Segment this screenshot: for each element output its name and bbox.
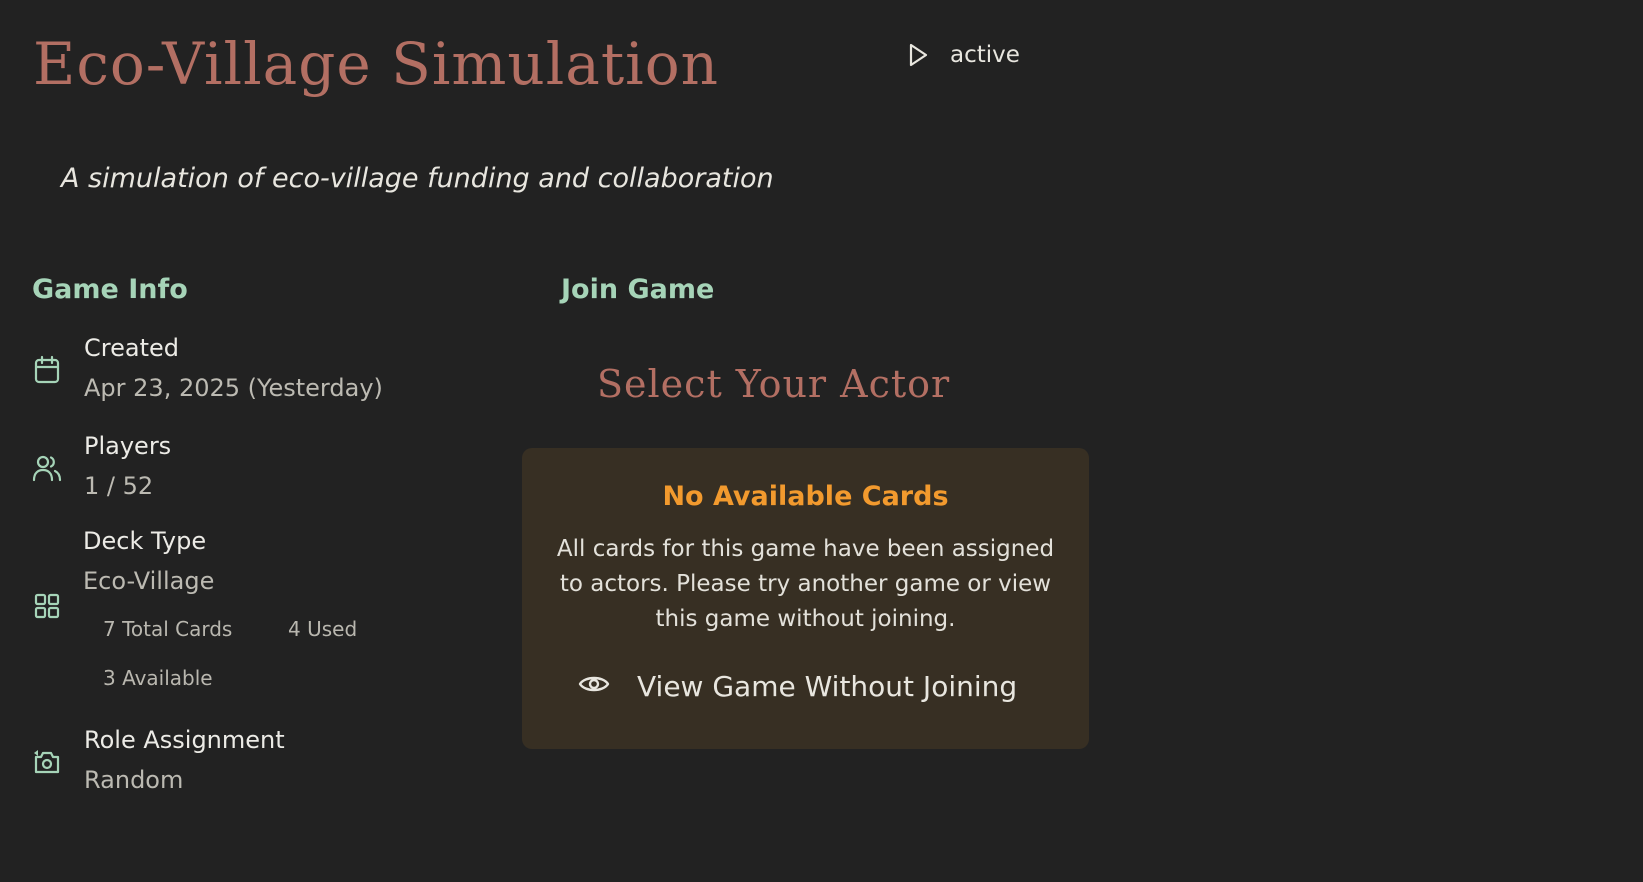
- play-icon: [906, 42, 930, 68]
- notice-title: No Available Cards: [662, 481, 949, 512]
- deck-type-value: Eco-Village: [83, 567, 215, 595]
- users-icon: [32, 453, 62, 483]
- select-actor-heading: Select Your Actor: [597, 362, 951, 406]
- notice-message: All cards for this game have been assign…: [556, 536, 1055, 632]
- players-label: Players: [84, 432, 172, 460]
- role-assignment-info: Role Assignment Random: [32, 722, 285, 802]
- role-assignment-value: Random: [84, 766, 184, 794]
- grid-icon: [32, 591, 62, 621]
- players-value: 1 / 52: [84, 472, 154, 500]
- created-info: Created Apr 23, 2025 (Yesterday): [32, 330, 383, 410]
- page-title: Eco-Village Simulation: [33, 30, 719, 98]
- players-info: Players 1 / 52: [32, 428, 171, 508]
- deck-used-cards: 4 Used: [288, 617, 358, 641]
- no-cards-notice: No Available Cards All cards for this ga…: [522, 448, 1089, 749]
- game-description: A simulation of eco-village funding and …: [61, 163, 774, 194]
- deck-type-label: Deck Type: [83, 527, 207, 555]
- deck-available-cards: 3 Available: [103, 666, 213, 690]
- view-without-joining-label: View Game Without Joining: [637, 670, 1018, 703]
- created-value: Apr 23, 2025 (Yesterday): [84, 374, 383, 402]
- role-assignment-label: Role Assignment: [84, 726, 285, 754]
- calendar-icon: [32, 355, 62, 385]
- created-label: Created: [84, 334, 179, 362]
- deck-total-cards: 7 Total Cards: [103, 617, 233, 641]
- status-text: active: [950, 42, 1020, 68]
- deck-info: Deck Type Eco-Village: [32, 523, 214, 621]
- view-without-joining-button[interactable]: View Game Without Joining: [578, 670, 1017, 703]
- status-indicator: active: [906, 42, 1020, 68]
- game-info-heading: Game Info: [32, 274, 188, 305]
- join-game-heading: Join Game: [561, 274, 715, 305]
- shuffle-camera-icon: [32, 747, 62, 777]
- eye-icon: [578, 670, 610, 703]
